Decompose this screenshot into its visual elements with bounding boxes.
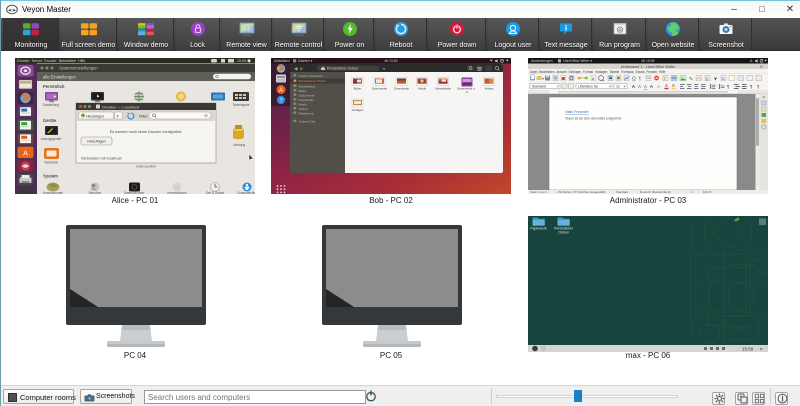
- svg-text:Seite 1 von 1: Seite 1 von 1: [530, 190, 548, 194]
- svg-text:Dateien ▾: Dateien ▾: [298, 59, 313, 63]
- svg-text:▾: ▾: [117, 114, 119, 119]
- svg-text:15:09: 15:09: [237, 59, 246, 63]
- svg-text:A: A: [632, 84, 635, 89]
- svg-text:A: A: [23, 150, 28, 157]
- svg-text:Informationen: Informationen: [167, 191, 187, 194]
- svg-text:§: §: [706, 77, 708, 81]
- svg-text:A: A: [672, 83, 675, 88]
- svg-text:Videos: Videos: [484, 87, 494, 91]
- svg-text:Zeit & Datum: Zeit & Datum: [206, 191, 225, 194]
- svg-text:Systemeinstellungen: Systemeinstellungen: [59, 66, 98, 71]
- svg-text:A: A: [665, 83, 668, 88]
- svg-text:zuletzt verwendet: zuletzt verwendet: [299, 74, 323, 78]
- svg-text:Mi 13:50: Mi 13:50: [384, 59, 397, 63]
- svg-text:Hallo Freunde!: Hallo Freunde!: [565, 110, 589, 114]
- svg-text:▾: ▾: [383, 66, 385, 71]
- svg-text:Leistung: Leistung: [233, 143, 245, 147]
- svg-text:Musik: Musik: [299, 102, 308, 106]
- svg-text:¶: ¶: [639, 76, 642, 82]
- svg-text:Drucker Server Drucker Betr: Drucker Server Drucker Betrachten Hilfe: [17, 59, 85, 63]
- svg-text:Geräte: Geräte: [43, 118, 57, 123]
- svg-text:Texteingabe: Texteingabe: [232, 103, 249, 107]
- svg-text:Aktivitäten: Aktivitäten: [274, 59, 290, 63]
- svg-text:LibreOffice Writer ▾: LibreOffice Writer ▾: [563, 59, 592, 63]
- svg-text:Standard: Standard: [532, 85, 546, 89]
- svg-text:Benutzer: Benutzer: [89, 191, 103, 194]
- svg-text:Downloads: Downloads: [299, 98, 315, 102]
- svg-text:Bilder: Bilder: [299, 89, 307, 93]
- svg-text:Datenschutzer: Datenschutzer: [124, 191, 145, 194]
- svg-text:Papierkorb: Papierkorb: [299, 111, 314, 115]
- svg-text:Verbunden mit localhost: Verbunden mit localhost: [81, 157, 122, 161]
- svg-text:▶: ▶: [300, 66, 304, 71]
- svg-text:Ω: Ω: [632, 76, 636, 82]
- svg-text:Mi 15:59: Mi 15:59: [641, 59, 654, 63]
- svg-text:Andere Orte: Andere Orte: [299, 120, 316, 124]
- svg-text:Persönlicher Ordner: Persönlicher Ordner: [299, 79, 327, 83]
- svg-text:✕: ✕: [760, 64, 763, 69]
- svg-text:Veyon ist ein sehr sinnvolles: Veyon ist ein sehr sinnvolles programm!: [565, 117, 621, 121]
- svg-text:A: A: [644, 84, 647, 89]
- svg-text:Es wurden noch keine Drucker k: Es wurden noch keine Drucker konfigurier…: [110, 130, 183, 134]
- svg-text:Schreibtisch: Schreibtisch: [299, 84, 316, 88]
- svg-text:Schreibtisch: Schreibtisch: [435, 87, 452, 91]
- svg-text:▼: ▼: [713, 76, 718, 82]
- svg-text:Anzeigegeräte: Anzeigegeräte: [41, 137, 62, 141]
- svg-text:Datei Bearbeiten Ansicht Ei: Datei Bearbeiten Ansicht Einfügen Format…: [530, 70, 666, 74]
- svg-text:◂: ◂: [762, 94, 764, 99]
- svg-text:Hinzufügen: Hinzufügen: [86, 115, 104, 119]
- svg-text:A: A: [279, 88, 283, 94]
- svg-text:Liberation Se: Liberation Se: [578, 85, 598, 89]
- svg-text:Anwendungen: Anwendungen: [43, 191, 64, 194]
- svg-text:Hinzufügen: Hinzufügen: [87, 139, 105, 143]
- svg-text:Persönlicher Ordner: Persönlicher Ordner: [327, 67, 359, 71]
- svg-text:Persönlich: Persönlich: [43, 84, 65, 89]
- svg-text:A: A: [592, 77, 595, 81]
- svg-text:Zugangshilfen: Zugangshilfen: [237, 191, 255, 194]
- svg-text:Papierkorb: Papierkorb: [530, 227, 547, 231]
- svg-text:Ordner: Ordner: [558, 230, 569, 234]
- svg-text:Dokumente: Dokumente: [299, 93, 315, 97]
- svg-text:Bilder: Bilder: [354, 87, 362, 91]
- svg-text:Drucker — Localhost: Drucker — Localhost: [102, 105, 140, 110]
- svg-text:A: A: [637, 84, 641, 89]
- svg-text:Darstellung: Darstellung: [43, 103, 59, 107]
- svg-text:Vorlagen: Vorlagen: [352, 108, 364, 112]
- svg-text:29 Wörter, 177 Zeichen ausgewä: 29 Wörter, 177 Zeichen ausgewählt: [558, 190, 605, 194]
- svg-text:Dokumente: Dokumente: [372, 87, 388, 91]
- svg-text:◀: ◀: [294, 66, 298, 71]
- svg-text:System: System: [43, 174, 58, 179]
- svg-text:12: 12: [616, 85, 620, 89]
- svg-text:▾: ▾: [609, 85, 611, 89]
- svg-text:✎: ✎: [689, 76, 693, 82]
- svg-text:▾: ▾: [624, 85, 626, 89]
- svg-text:Videos: Videos: [299, 107, 309, 111]
- svg-text:Netzwerk: Netzwerk: [44, 161, 58, 165]
- svg-text:Filter:: Filter:: [139, 115, 149, 119]
- svg-text:Musik: Musik: [418, 87, 426, 91]
- svg-text:Deutsch (Deutschland): Deutsch (Deutschland): [640, 190, 671, 194]
- svg-text:Ω: Ω: [722, 76, 725, 81]
- svg-text:☐: ☐: [691, 190, 694, 194]
- svg-text:100 %: 100 %: [703, 190, 712, 194]
- svg-text:Anwendungen: Anwendungen: [531, 59, 553, 63]
- svg-text:▾: ▾: [557, 85, 559, 89]
- svg-text:Unbenannt 1 - LibreOffice Writ: Unbenannt 1 - LibreOffice Writer: [621, 65, 676, 69]
- svg-text:Standard: Standard: [616, 190, 629, 194]
- svg-text:Datenquellen: Datenquellen: [136, 165, 156, 169]
- svg-text:A: A: [650, 84, 653, 89]
- svg-text:▾: ▾: [542, 76, 544, 81]
- svg-text:alle Einstellungen: alle Einstellungen: [43, 74, 76, 79]
- svg-text:Downloads: Downloads: [394, 87, 409, 91]
